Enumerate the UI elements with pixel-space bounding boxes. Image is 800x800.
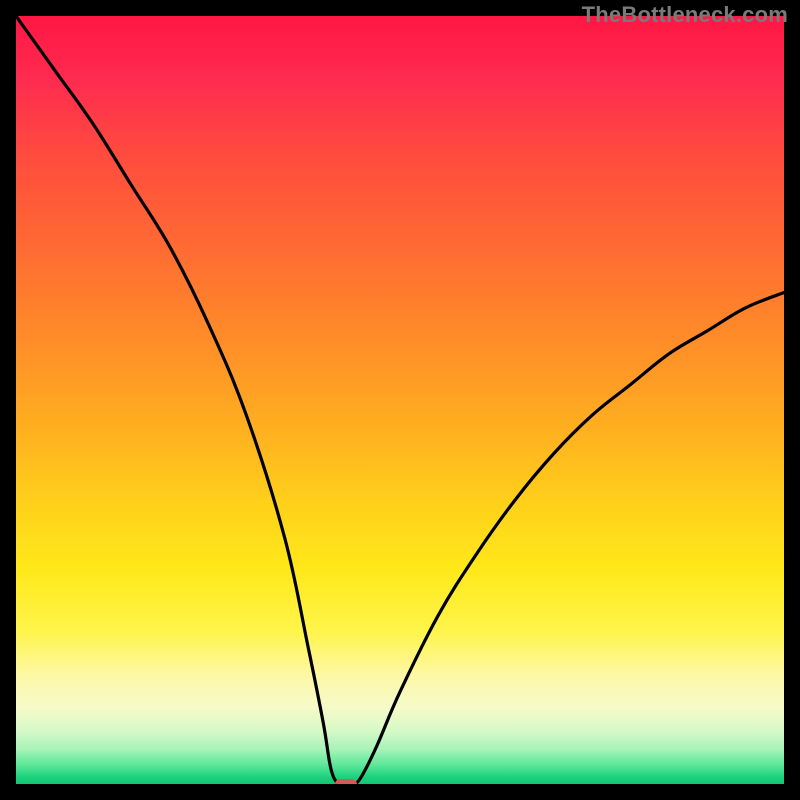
plot-frame: [16, 16, 784, 784]
chart-stage: TheBottleneck.com: [0, 0, 800, 800]
bottleneck-curve: [16, 16, 784, 784]
curve-layer: [16, 16, 784, 784]
plot-area: [16, 16, 784, 784]
watermark-text: TheBottleneck.com: [582, 2, 788, 28]
minimum-marker: [335, 779, 357, 784]
